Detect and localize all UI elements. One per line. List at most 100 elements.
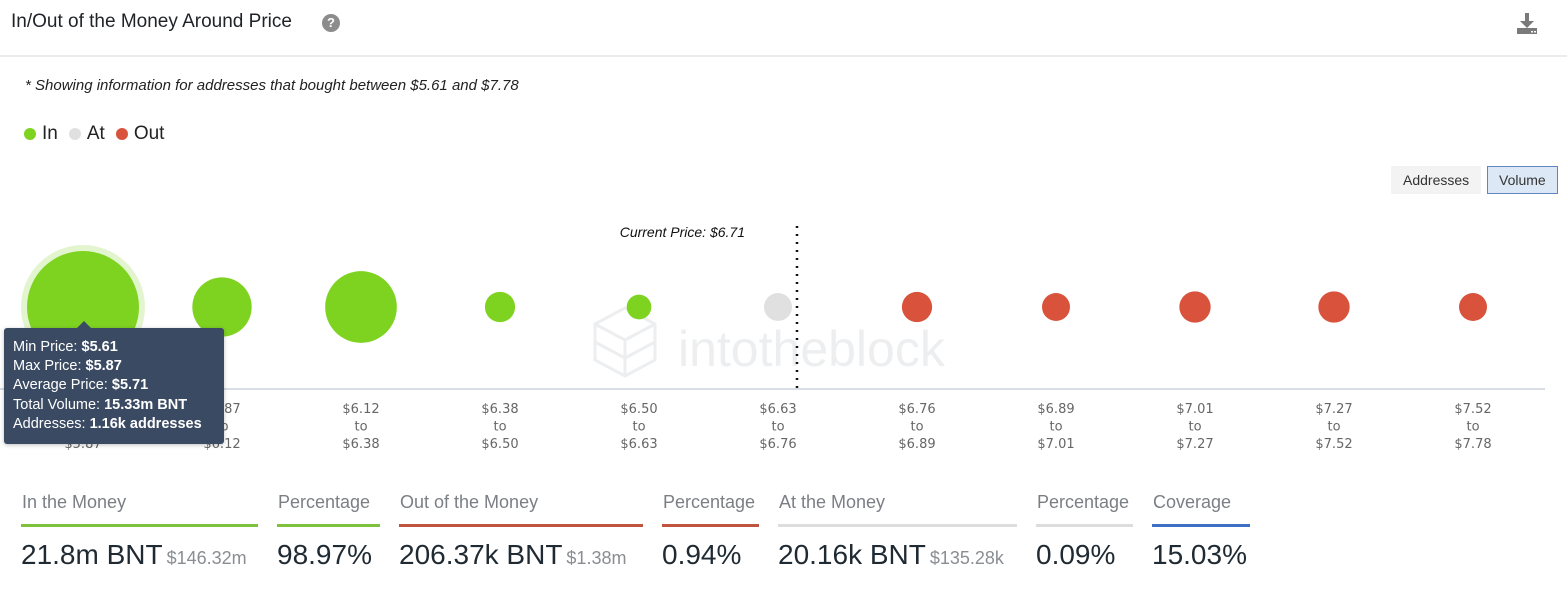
tooltip-row: Total Volume: 15.33m BNT: [13, 396, 215, 415]
stat-label: Percentage: [278, 492, 371, 512]
legend-label: At: [86, 123, 105, 144]
tooltip-row: Addresses: 1.16k addresses: [13, 415, 215, 434]
x-tick-label-from: $7.27: [1315, 402, 1352, 417]
x-tick-label-to: to: [493, 420, 506, 435]
tooltip-label: Addresses:: [13, 415, 90, 432]
x-tick-label-end: $6.38: [342, 437, 379, 452]
bubble-in[interactable]: [484, 291, 516, 323]
x-tick-label-end: $6.76: [759, 437, 796, 452]
stat-underline: [399, 524, 643, 527]
tooltip-value: $5.71: [111, 377, 149, 394]
stat-percentage: Percentage 0.94%: [662, 492, 759, 571]
stat-label: Out of the Money: [400, 492, 539, 512]
stat-label: Coverage: [1153, 492, 1232, 512]
bubble-at[interactable]: [764, 293, 792, 321]
x-tick-label-end: $7.52: [1315, 437, 1352, 452]
x-tick-label-from: $7.52: [1454, 402, 1491, 417]
x-tick-label-from: $6.50: [620, 402, 657, 417]
tooltip-label: Total Volume:: [13, 396, 105, 413]
stat-underline: [21, 524, 258, 527]
tooltip-row: Max Price: $5.87: [13, 357, 215, 376]
stat-value: 206.37k BNT $1.38m: [399, 539, 627, 570]
stat-value: 0.94%: [662, 539, 742, 570]
stat-underline: [1036, 524, 1133, 527]
bubble-chart: intotheblock $5.61to$5.87$5.87to$6.12$6.…: [0, 224, 1545, 452]
x-tick-label-to: to: [910, 420, 923, 435]
stat-value: 21.8m BNT $146.32m: [21, 539, 247, 570]
card-header: In/Out of the Money Around Price ?: [0, 0, 1567, 57]
page-title: In/Out of the Money Around Price: [11, 11, 292, 32]
watermark-logo-icon: [593, 306, 657, 378]
tooltip-label: Min Price:: [13, 339, 82, 355]
addresses-toggle-button[interactable]: Addresses: [1391, 166, 1482, 194]
stat-underline: [277, 524, 380, 527]
question-circle-icon[interactable]: ?: [322, 14, 340, 32]
tooltip-row: Min Price: $5.61: [13, 338, 215, 357]
tooltip-label: Average Price:: [13, 377, 112, 394]
stat-usd-value: $135.28k: [929, 548, 1004, 568]
bubble-out[interactable]: [1179, 291, 1211, 323]
price-range-note: * Showing information for addresses that…: [25, 77, 519, 94]
x-tick-label-end: $7.78: [1454, 437, 1491, 452]
x-tick-label-to: to: [354, 420, 367, 435]
bubble-out[interactable]: [1042, 293, 1070, 321]
stat-label: At the Money: [779, 492, 886, 512]
x-tick-label-end: $6.63: [620, 437, 657, 452]
stat-value: 20.16k BNT $135.28k: [778, 539, 1004, 570]
stat-value: 98.97%: [277, 539, 372, 570]
bubble-out[interactable]: [901, 291, 933, 323]
bubble-out[interactable]: [1318, 291, 1350, 323]
stat-value: 15.03%: [1152, 539, 1247, 570]
tooltip-value: $5.87: [85, 358, 122, 375]
x-tick-label-to: to: [1466, 420, 1479, 435]
stat-label: Percentage: [1037, 492, 1130, 512]
stat-label: Percentage: [663, 492, 756, 512]
x-tick-label-end: $7.01: [1037, 437, 1074, 452]
x-tick-label-end: $6.89: [898, 437, 935, 452]
bubble-in[interactable]: [325, 271, 397, 343]
legend-item-out[interactable]: Out: [115, 123, 165, 145]
legend-label: In: [42, 123, 58, 144]
download-icon[interactable]: [1515, 11, 1539, 35]
stat-usd-value: $1.38m: [566, 548, 627, 568]
chart-legend: In At Out: [24, 123, 175, 145]
stat-in-the-money: In the Money 21.8m BNT $146.32m: [21, 492, 258, 571]
bubble-in[interactable]: [626, 294, 652, 320]
x-tick-label-from: $6.89: [1037, 402, 1074, 417]
stat-coverage: Coverage 15.03%: [1152, 492, 1250, 571]
stat-underline: [1152, 524, 1250, 527]
x-tick-label-to: to: [1049, 420, 1062, 435]
x-tick-label-to: to: [771, 420, 784, 435]
stat-at-the-money: At the Money 20.16k BNT $135.28k: [778, 492, 1017, 571]
volume-toggle-button[interactable]: Volume: [1487, 166, 1558, 194]
tooltip-row: Average Price: $5.71: [13, 376, 215, 395]
legend-label: Out: [133, 123, 165, 144]
stat-percentage: Percentage 98.97%: [277, 492, 380, 571]
x-tick-label-from: $6.63: [759, 402, 796, 417]
x-tick-label-end: $6.50: [481, 437, 518, 452]
tooltip-value: 15.33m BNT: [104, 396, 188, 413]
x-tick-label-to: to: [1327, 420, 1340, 435]
x-tick-label-from: $6.76: [898, 402, 935, 417]
x-tick-label-from: $6.12: [342, 402, 379, 417]
tooltip-value: $5.61: [81, 339, 118, 355]
stat-label: In the Money: [22, 492, 127, 512]
tooltip-value: 1.16k addresses: [89, 415, 202, 432]
stat-out-of-the-money: Out of the Money 206.37k BNT $1.38m: [399, 492, 643, 571]
x-tick-label-from: $7.01: [1176, 402, 1213, 417]
bubble-out[interactable]: [1459, 293, 1487, 321]
legend-item-in[interactable]: In: [24, 123, 58, 145]
legend-dot-in: [24, 128, 36, 140]
stat-value: 0.09%: [1036, 539, 1116, 570]
legend-dot-out: [115, 128, 128, 140]
stat-percentage: Percentage 0.09%: [1036, 492, 1133, 571]
x-tick-label-to: to: [1188, 420, 1201, 435]
legend-item-at[interactable]: At: [68, 123, 105, 145]
stat-usd-value: $146.32m: [166, 548, 247, 568]
stat-underline: [662, 524, 759, 527]
bubble-tooltip: Min Price: $5.61 Max Price: $5.87 Average …: [4, 321, 224, 444]
tooltip-label: Max Price:: [13, 358, 86, 375]
current-price-label: Current Price: $6.71: [620, 224, 745, 240]
x-tick-label-from: $6.38: [481, 402, 518, 417]
x-tick-label-end: $7.27: [1176, 437, 1213, 452]
